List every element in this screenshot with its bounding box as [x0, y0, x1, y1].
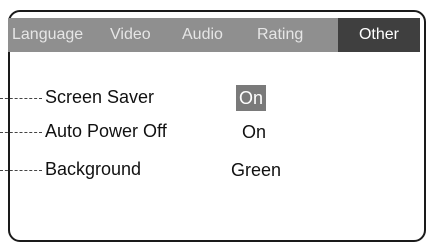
setting-row-screen-saver[interactable]: Screen Saver On [0, 85, 280, 113]
setting-label: Screen Saver [45, 87, 155, 107]
leader-line [0, 98, 42, 99]
tab-rating[interactable]: Rating [257, 18, 338, 52]
tab-other[interactable]: Other [338, 18, 420, 52]
setup-menu-screen: Language Video Audio Rating Other Screen… [0, 0, 431, 249]
setting-label: Background [45, 159, 142, 179]
tab-language[interactable]: Language [8, 18, 110, 52]
leader-line [0, 170, 42, 171]
setting-row-auto-power-off[interactable]: Auto Power Off On [0, 119, 280, 147]
setting-value-selected[interactable]: On [236, 85, 267, 111]
setting-value[interactable]: Green [228, 157, 284, 183]
tab-audio[interactable]: Audio [182, 18, 257, 52]
setting-row-background[interactable]: Background Green [0, 157, 300, 185]
setting-value[interactable]: On [239, 119, 269, 145]
tab-bar: Language Video Audio Rating Other [8, 18, 420, 52]
setting-label: Auto Power Off [45, 121, 167, 141]
tab-video[interactable]: Video [110, 18, 182, 52]
leader-line [0, 132, 42, 133]
